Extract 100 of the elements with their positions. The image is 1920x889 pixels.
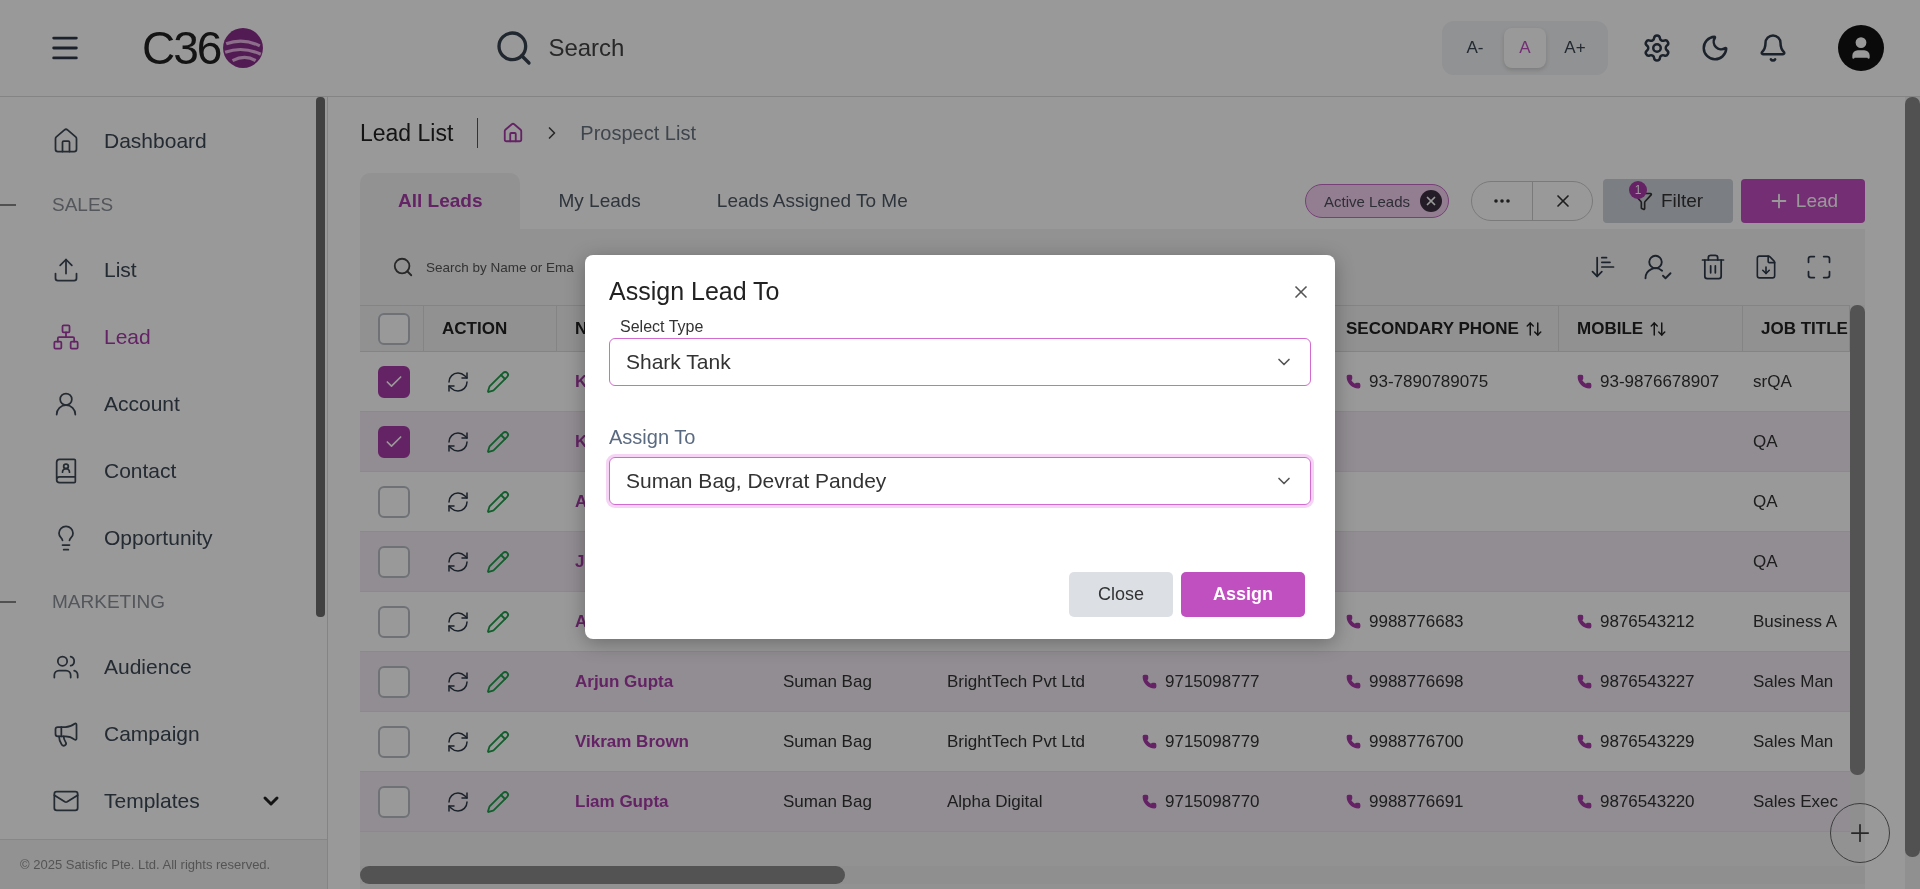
bell-button[interactable]: [1758, 33, 1788, 63]
ellipsis-icon: [1494, 199, 1510, 203]
edit-button[interactable]: [486, 609, 510, 634]
select-field[interactable]: Shark Tank: [609, 338, 1311, 386]
sidebar-item[interactable]: List: [0, 236, 313, 303]
sidebar-item[interactable]: Account: [0, 370, 313, 437]
phone-icon: [1142, 674, 1157, 689]
phone-icon: [1346, 674, 1361, 689]
logo-text: C36: [142, 21, 221, 75]
sidebar-item[interactable]: Campaign: [0, 700, 313, 767]
table-cell: Alpha Digital: [937, 772, 1124, 832]
phone-icon: [1577, 374, 1592, 389]
table-cell: 9876543220: [1559, 772, 1743, 832]
refresh-button[interactable]: [446, 489, 470, 514]
checkbox[interactable]: [378, 425, 410, 458]
font-size-button[interactable]: A+: [1554, 28, 1596, 68]
breadcrumb-text: Prospect List: [580, 121, 696, 145]
checkbox[interactable]: [378, 605, 410, 638]
edit-button[interactable]: [486, 729, 510, 754]
lead-name-link[interactable]: Liam Gupta: [575, 791, 669, 812]
network-icon: [52, 322, 80, 351]
add-lead-button[interactable]: Lead: [1741, 179, 1865, 223]
scrollbar-thumb[interactable]: [316, 97, 325, 617]
page-title: Lead List: [360, 119, 454, 147]
phone-icon: [1577, 734, 1592, 749]
filter-button[interactable]: 1 Filter: [1603, 179, 1733, 223]
phone-icon: [1346, 794, 1361, 809]
table-cell: BrightTech Pvt Ltd: [937, 652, 1124, 712]
chip-remove-button[interactable]: [1420, 190, 1442, 212]
refresh-button[interactable]: [446, 729, 470, 754]
table-cell: 9988776698: [1328, 652, 1559, 712]
lead-name-link[interactable]: Vikram Brown: [575, 731, 689, 752]
user-check-button[interactable]: [1643, 252, 1673, 282]
sidebar-item[interactable]: Contact: [0, 437, 313, 504]
phone-icon: [1346, 734, 1361, 749]
settings-button[interactable]: [1642, 33, 1672, 63]
avatar-button[interactable]: [1838, 25, 1884, 71]
globe-logo-icon: [222, 27, 265, 69]
search-field[interactable]: Search: [546, 33, 847, 63]
field-label: Select Type: [619, 318, 705, 336]
table-cell: QA: [1743, 532, 1850, 592]
lead-name-link[interactable]: J: [575, 551, 585, 572]
copyright-text: © 2025 Satisfic Pte. Ltd. All rights reserved.: [0, 839, 327, 889]
close-dialog-button[interactable]: Close: [1068, 572, 1173, 617]
font-size-button[interactable]: A: [1504, 28, 1546, 68]
edit-button[interactable]: [486, 489, 510, 514]
phone-icon: [1577, 794, 1592, 809]
table-cell: 9715098770: [1124, 772, 1328, 832]
scrollbar-thumb[interactable]: [1905, 97, 1920, 857]
phone-icon: [1142, 734, 1157, 749]
search-field[interactable]: Search by Name or Ema: [426, 259, 586, 275]
edit-button[interactable]: [486, 549, 510, 574]
sidebar-item[interactable]: Dashboard: [0, 107, 313, 174]
checkbox[interactable]: [378, 545, 410, 578]
home-link-icon[interactable]: [502, 122, 525, 144]
checkbox[interactable]: [378, 725, 410, 758]
refresh-button[interactable]: [446, 789, 470, 814]
table-cell: 9715098777: [1124, 652, 1328, 712]
edit-button[interactable]: [486, 369, 510, 394]
table-cell: 9876543227: [1559, 652, 1743, 712]
scrollbar-thumb[interactable]: [360, 866, 845, 884]
dialog-title: Assign Lead To: [609, 277, 780, 306]
font-size-button[interactable]: A-: [1454, 28, 1496, 68]
section-label: SALES: [52, 194, 114, 216]
checkbox[interactable]: [378, 485, 410, 518]
sidebar-item[interactable]: Templates: [0, 767, 313, 834]
assign-button[interactable]: Assign: [1181, 572, 1305, 617]
delete-button[interactable]: [1699, 252, 1727, 282]
column-header: ACTION: [424, 305, 557, 352]
scrollbar-thumb[interactable]: [1850, 305, 1865, 775]
lead-name-link[interactable]: Arjun Gupta: [575, 671, 674, 692]
edit-button[interactable]: [486, 429, 510, 454]
select-field[interactable]: Suman Bag, Devrat Pandey: [609, 457, 1311, 505]
checkbox[interactable]: [378, 365, 410, 398]
sidebar-item[interactable]: Audience: [0, 633, 313, 700]
checkbox[interactable]: [378, 312, 410, 345]
section-label: MARKETING: [52, 591, 165, 613]
refresh-button[interactable]: [446, 369, 470, 394]
refresh-button[interactable]: [446, 609, 470, 634]
sidebar-item[interactable]: Opportunity: [0, 504, 313, 571]
edit-button[interactable]: [486, 669, 510, 694]
field-label: Assign To: [609, 426, 697, 449]
sidebar-item[interactable]: Lead: [0, 303, 313, 370]
checkbox[interactable]: [378, 785, 410, 818]
refresh-button[interactable]: [446, 669, 470, 694]
refresh-button[interactable]: [446, 549, 470, 574]
table-cell: Suman Bag: [765, 652, 937, 712]
tab[interactable]: All Leads: [360, 173, 521, 229]
moon-button[interactable]: [1700, 33, 1730, 63]
tab[interactable]: Leads Assigned To Me: [678, 173, 946, 229]
refresh-button[interactable]: [446, 429, 470, 454]
column-header[interactable]: MOBILE: [1559, 305, 1743, 352]
checkbox[interactable]: [378, 665, 410, 698]
tab[interactable]: My Leads: [520, 173, 679, 229]
table-cell: 9988776691: [1328, 772, 1559, 832]
count-badge: 1: [1629, 181, 1647, 199]
edit-button[interactable]: [486, 789, 510, 814]
close-icon: [1424, 194, 1438, 208]
home-icon: [52, 126, 80, 155]
phone-icon: [1142, 794, 1157, 809]
